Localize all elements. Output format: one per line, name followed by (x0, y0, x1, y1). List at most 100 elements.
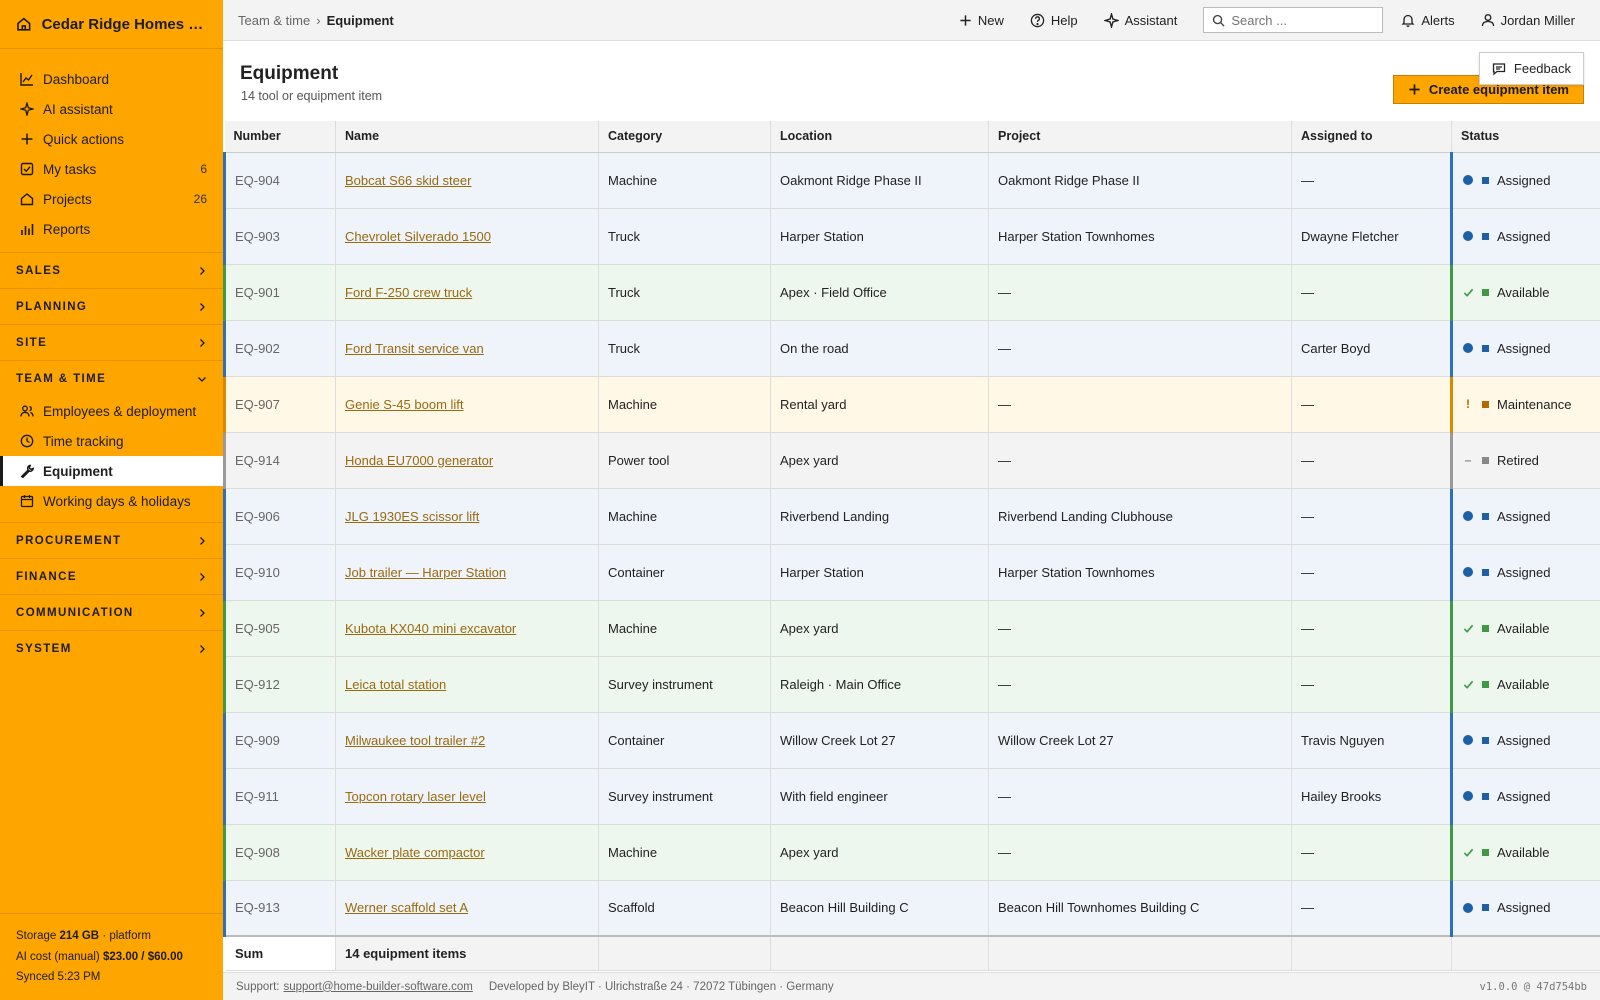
cell-category: Container (598, 712, 771, 769)
col-location[interactable]: Location (770, 121, 989, 153)
cell-name: Chevrolet Silverado 1500 (335, 208, 599, 265)
table-row[interactable]: EQ-908 Wacker plate compactor Machine Apex … (223, 824, 1600, 881)
equipment-link[interactable]: Chevrolet Silverado 1500 (345, 229, 491, 244)
equipment-link[interactable]: Werner scaffold set A (345, 900, 468, 915)
group-communication[interactable]: COMMUNICATION (0, 594, 223, 630)
table-row[interactable]: EQ-913 Werner scaffold set A Scaffold Beaco… (223, 880, 1600, 937)
group-sales[interactable]: SALES (0, 252, 223, 288)
cell-project: Oakmont Ridge Phase II (988, 152, 1292, 209)
col-number[interactable]: Number (224, 121, 336, 153)
table-row[interactable]: EQ-912 Leica total station Survey instrume… (223, 656, 1600, 713)
equipment-link[interactable]: Genie S-45 boom lift (345, 397, 464, 412)
sidebar-footer: Storage 214 GB · platform AI cost (manua… (0, 913, 223, 1000)
status-label: Assigned (1497, 340, 1551, 356)
group-planning[interactable]: PLANNING (0, 288, 223, 324)
table-row[interactable]: EQ-907 Genie S-45 boom lift Machine Rental … (223, 376, 1600, 433)
nav-working-days[interactable]: Working days & holidays (0, 486, 223, 516)
cell-name: Honda EU7000 generator (335, 432, 599, 489)
col-project[interactable]: Project (988, 121, 1292, 153)
group-system[interactable]: SYSTEM (0, 630, 223, 666)
col-category[interactable]: Category (598, 121, 771, 153)
nav-time-tracking[interactable]: Time tracking (0, 426, 223, 456)
cell-status: Assigned (1450, 208, 1600, 265)
assigned-dot-icon (1462, 510, 1474, 522)
table-row[interactable]: EQ-903 Chevrolet Silverado 1500 Truck Harpe… (223, 208, 1600, 265)
nav-reports[interactable]: Reports (0, 214, 223, 244)
breadcrumb: Team & time › Equipment (223, 13, 959, 28)
equipment-link[interactable]: Honda EU7000 generator (345, 453, 493, 468)
equipment-link[interactable]: Kubota KX040 mini excavator (345, 621, 516, 636)
assistant-button[interactable]: Assistant (1103, 12, 1177, 28)
cell-number: EQ-902 (223, 320, 336, 377)
status-square-icon (1482, 288, 1489, 296)
nav-my-tasks[interactable]: My tasks 6 (0, 154, 223, 184)
status-square-icon (1482, 904, 1489, 912)
table-row[interactable]: EQ-901 Ford F-250 crew truck Truck Apex · F… (223, 264, 1600, 321)
wrench-icon (19, 464, 34, 479)
user-menu[interactable]: Jordan Miller (1481, 13, 1575, 28)
cell-category: Survey instrument (598, 656, 771, 713)
group-site[interactable]: SITE (0, 324, 223, 360)
feedback-button[interactable]: Feedback (1478, 52, 1584, 85)
table-row[interactable]: EQ-909 Milwaukee tool trailer #2 Container… (223, 712, 1600, 769)
cell-assigned-to: Hailey Brooks (1291, 768, 1452, 825)
nav-employees[interactable]: Employees & deployment (0, 396, 223, 426)
calendar-icon (19, 494, 34, 509)
equipment-link[interactable]: Milwaukee tool trailer #2 (345, 733, 485, 748)
col-name[interactable]: Name (335, 121, 599, 153)
cell-location: Beacon Hill Building C (770, 880, 989, 937)
col-assigned-to[interactable]: Assigned to (1291, 121, 1452, 153)
equipment-link[interactable]: Wacker plate compactor (345, 845, 485, 860)
group-label: TEAM & TIME (16, 372, 107, 385)
sum-row: Sum 14 equipment items (224, 935, 1600, 971)
group-finance[interactable]: FINANCE (0, 558, 223, 594)
cell-project: Beacon Hill Townhomes Building C (988, 880, 1292, 937)
table-row[interactable]: EQ-905 Kubota KX040 mini excavator Machine… (223, 600, 1600, 657)
search-input[interactable] (1231, 12, 1372, 28)
table-row[interactable]: EQ-906 JLG 1930ES scissor lift Machine Rive… (223, 488, 1600, 545)
cell-category: Container (598, 544, 771, 601)
nav-equipment[interactable]: Equipment (0, 456, 223, 486)
status-square-icon (1482, 400, 1489, 408)
table-row[interactable]: EQ-914 Honda EU7000 generator Power tool Ap… (223, 432, 1600, 489)
table-row[interactable]: EQ-904 Bobcat S66 skid steer Machine Oakmon… (223, 152, 1600, 209)
nav-dashboard[interactable]: Dashboard (0, 64, 223, 94)
group-procurement[interactable]: PROCUREMENT (0, 522, 223, 558)
cell-project: Riverbend Landing Clubhouse (988, 488, 1292, 545)
status-square-icon (1482, 176, 1489, 184)
equipment-link[interactable]: Bobcat S66 skid steer (345, 173, 471, 188)
page-header: Equipment 14 tool or equipment item Crea… (223, 41, 1600, 121)
table-row[interactable]: EQ-911 Topcon rotary laser level Survey in… (223, 768, 1600, 825)
help-button[interactable]: Help (1030, 13, 1078, 28)
help-icon (1030, 13, 1045, 27)
status-badge: Assigned (1462, 173, 1592, 188)
nav-quick-actions[interactable]: Quick actions (0, 124, 223, 154)
developer-info: Developed by BleyIT · Ulrichstraße 24 · … (488, 980, 834, 993)
cell-location: Apex yard (770, 600, 989, 657)
equipment-link[interactable]: Leica total station (345, 677, 446, 692)
table-row[interactable]: EQ-902 Ford Transit service van Truck On th… (223, 320, 1600, 377)
clock-icon (19, 434, 34, 449)
equipment-link[interactable]: Job trailer — Harper Station (345, 565, 506, 580)
plus-icon (960, 14, 971, 26)
cell-status: Assigned (1450, 152, 1600, 209)
nav-projects[interactable]: Projects 26 (0, 184, 223, 214)
cell-project: — (988, 656, 1292, 713)
brand[interactable]: Cedar Ridge Homes L... (0, 0, 223, 49)
cell-name: Bobcat S66 skid steer (335, 152, 599, 209)
group-team-time[interactable]: TEAM & TIME (0, 360, 223, 396)
nav-ai-assistant[interactable]: AI assistant (0, 94, 223, 124)
equipment-link[interactable]: JLG 1930ES scissor lift (345, 509, 479, 524)
alerts-button[interactable]: Alerts (1401, 13, 1455, 28)
table-row[interactable]: EQ-910 Job trailer — Harper Station Contai… (223, 544, 1600, 601)
breadcrumb-parent[interactable]: Team & time (238, 13, 310, 28)
equipment-link[interactable]: Ford Transit service van (345, 341, 484, 356)
cell-category: Truck (598, 320, 771, 377)
search-box[interactable] (1203, 7, 1384, 33)
cell-number: EQ-911 (223, 768, 336, 825)
equipment-link[interactable]: Ford F-250 crew truck (345, 285, 472, 300)
equipment-link[interactable]: Topcon rotary laser level (345, 789, 486, 804)
col-status[interactable]: Status (1451, 121, 1600, 153)
support-email-link[interactable]: support@home-builder-software.com (283, 981, 472, 993)
new-button[interactable]: New (959, 13, 1004, 28)
